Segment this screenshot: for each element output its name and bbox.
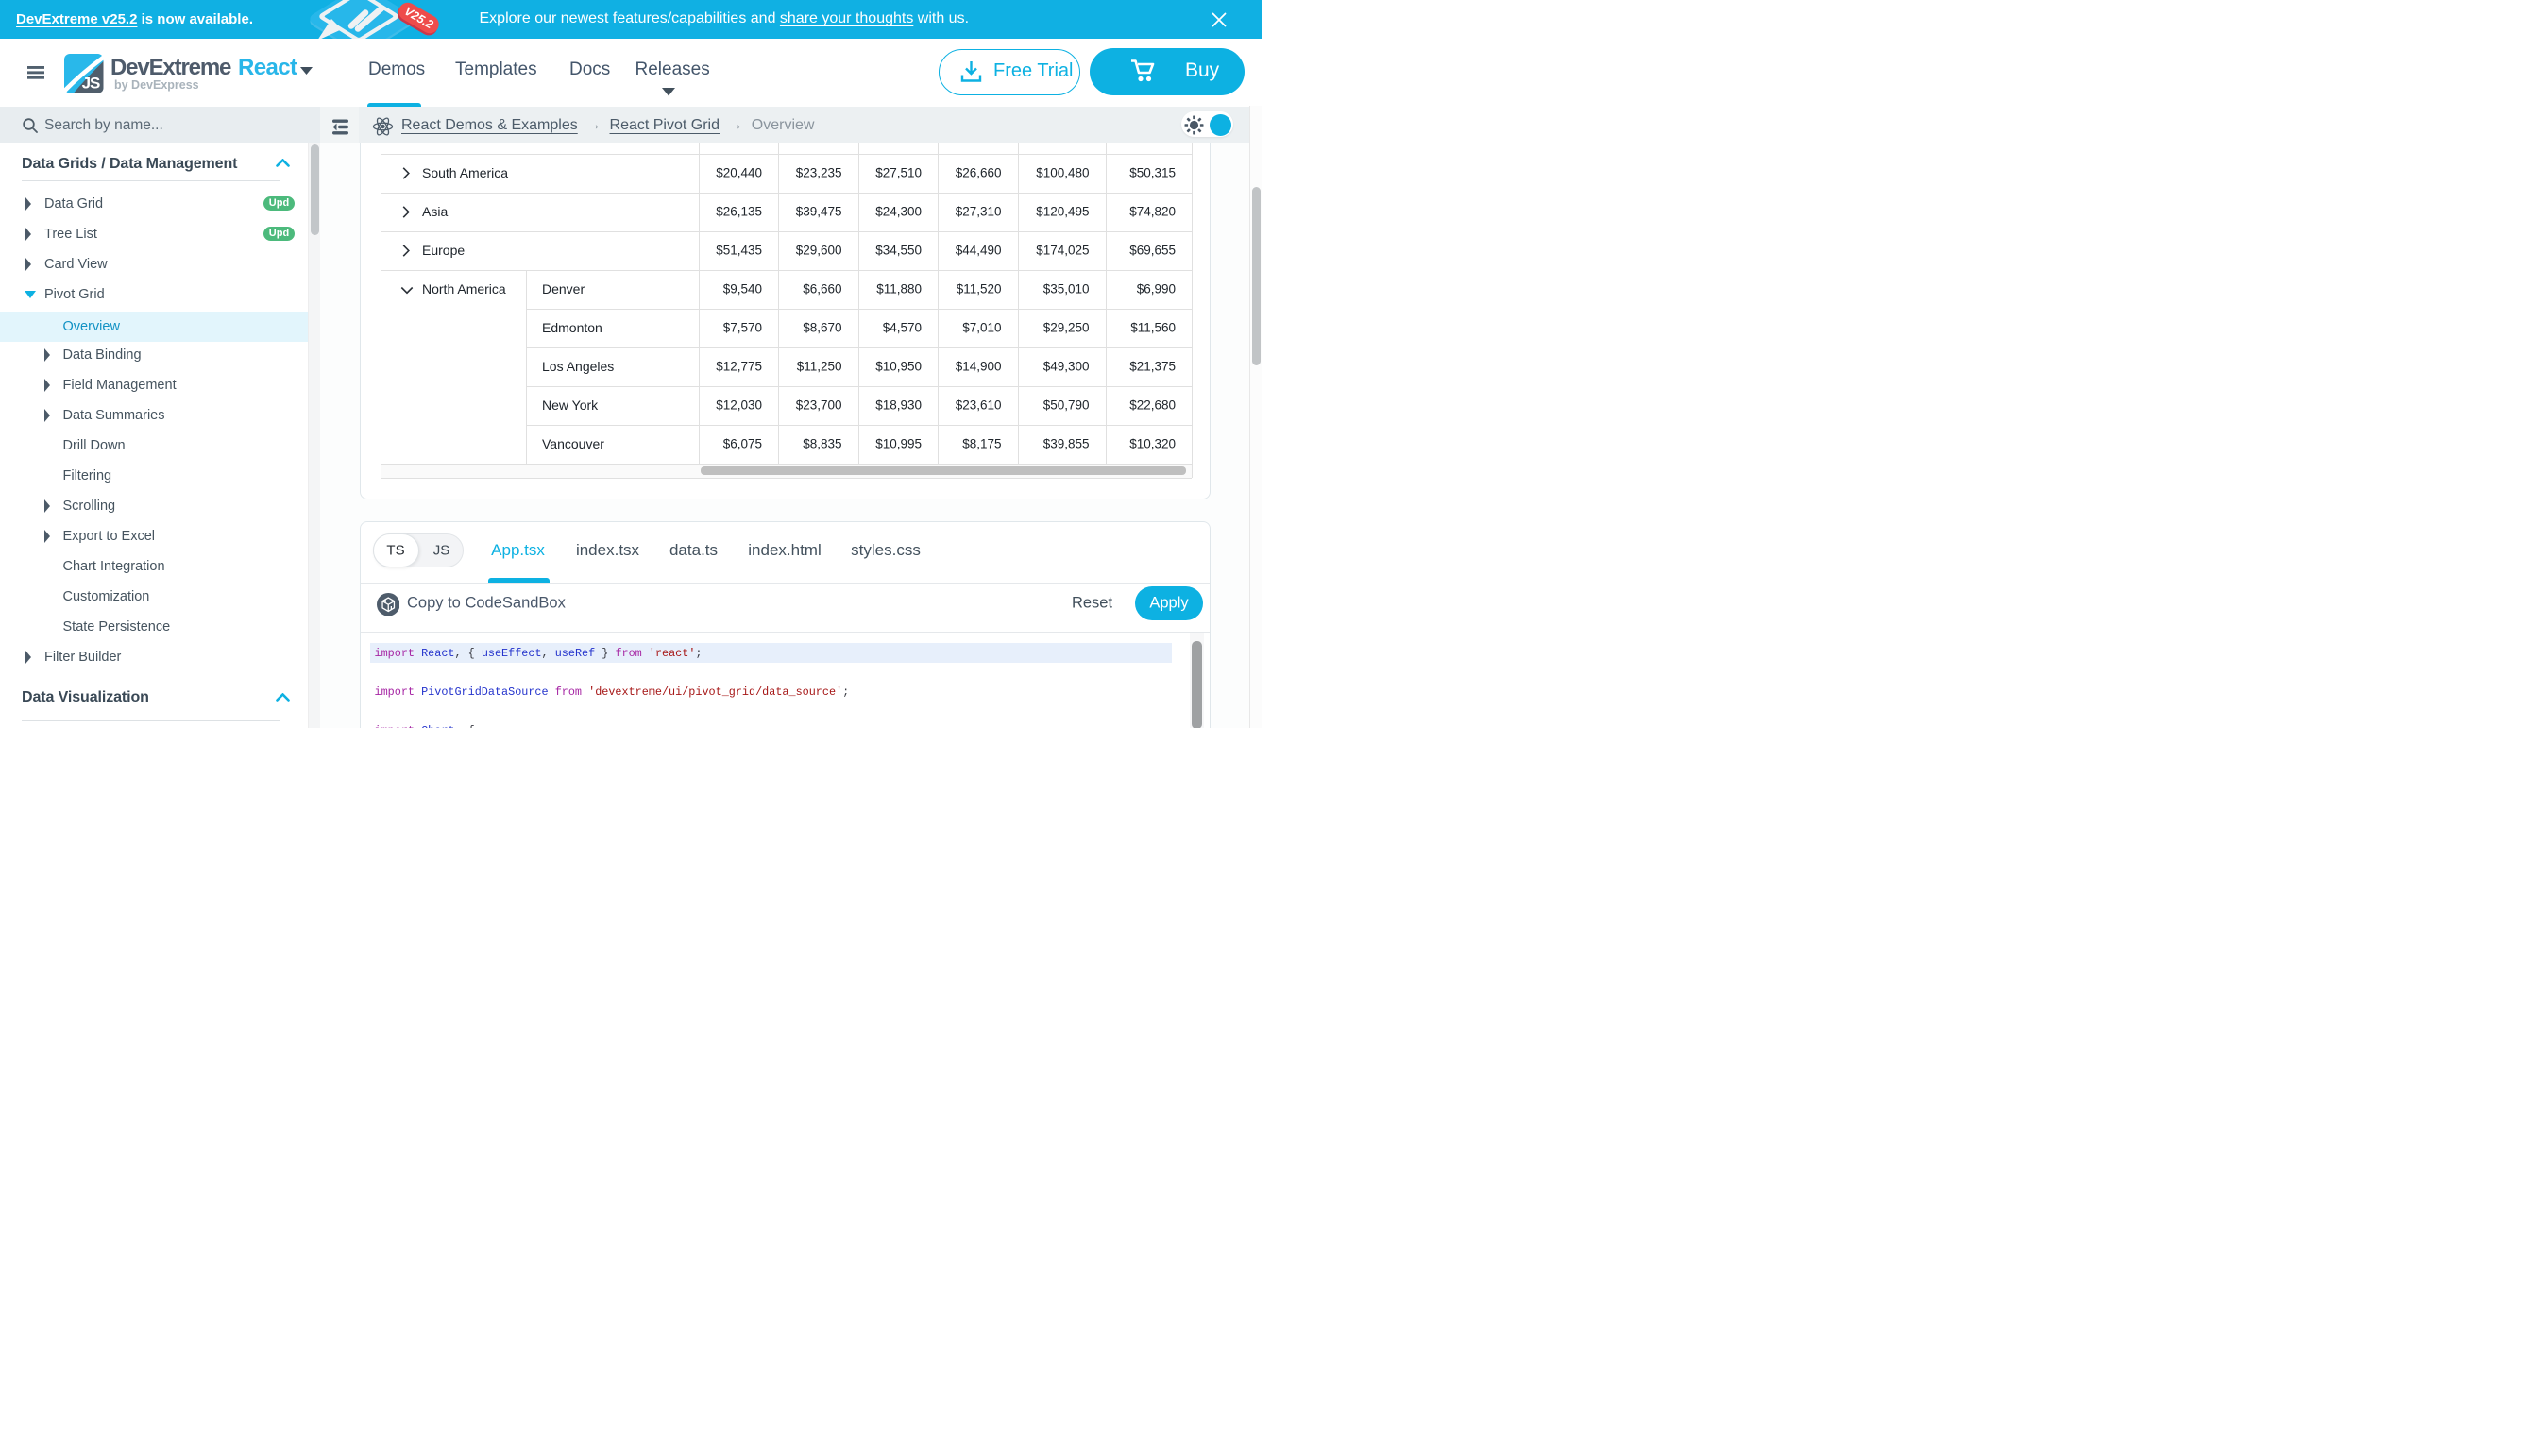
svg-text:JS: JS <box>82 75 100 93</box>
